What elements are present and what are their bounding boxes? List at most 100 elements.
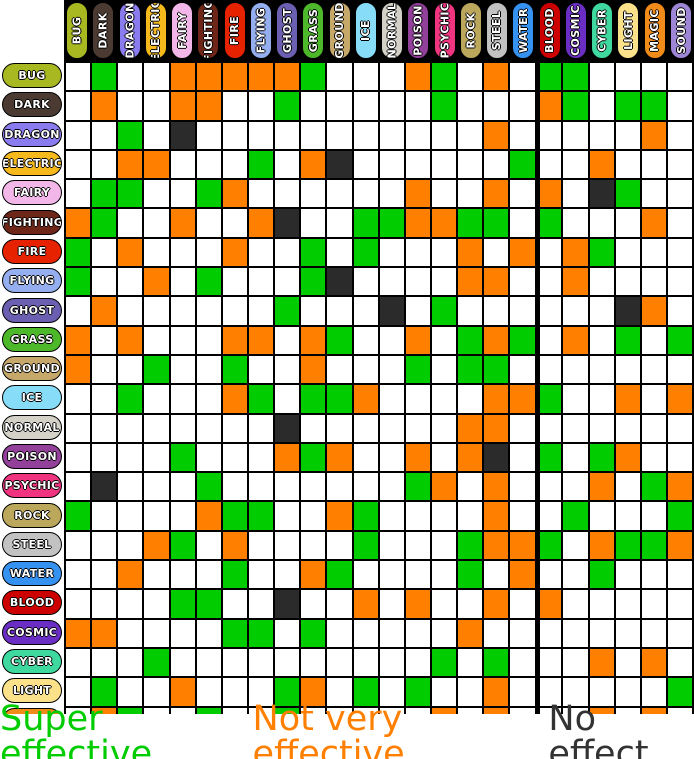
cell-flying-vs-normal[interactable] — [379, 268, 406, 298]
cell-poison-vs-poison[interactable] — [405, 443, 432, 474]
cell-dark-vs-flying[interactable] — [248, 92, 276, 122]
cell-fairy-vs-cyber[interactable] — [589, 180, 616, 210]
cell-cyber-vs-light[interactable] — [615, 648, 642, 679]
cell-blood-vs-steel[interactable] — [484, 590, 511, 620]
cell-psychic-vs-light[interactable] — [615, 473, 642, 503]
cell-psychic-vs-water[interactable] — [510, 473, 537, 503]
cell-dark-vs-rock[interactable] — [458, 92, 485, 122]
cell-grass-vs-fairy[interactable] — [170, 326, 197, 356]
cell-fighting-vs-flying[interactable] — [248, 209, 276, 239]
cell-poison-vs-cosmic[interactable] — [563, 443, 590, 474]
column-header-electric[interactable]: ELECTRIC — [142, 0, 169, 61]
cell-fighting-vs-bug[interactable] — [66, 209, 93, 239]
cell-cyber-vs-psychic[interactable] — [431, 648, 459, 679]
cell-flying-vs-fire[interactable] — [222, 268, 249, 298]
cell-cosmic-vs-bug[interactable] — [66, 619, 93, 649]
cell-dragon-vs-normal[interactable] — [379, 121, 406, 151]
cell-dragon-vs-electric[interactable] — [144, 121, 171, 151]
cell-psychic-vs-ground[interactable] — [327, 473, 354, 503]
cell-steel-vs-fairy[interactable] — [170, 531, 197, 562]
cell-fighting-vs-sound[interactable] — [667, 209, 694, 239]
cell-fairy-vs-flying[interactable] — [248, 180, 276, 210]
cell-poison-vs-normal[interactable] — [379, 443, 406, 474]
cell-psychic-vs-bug[interactable] — [66, 473, 93, 503]
cell-ground-vs-bug[interactable] — [66, 355, 93, 386]
cell-blood-vs-fire[interactable] — [222, 590, 249, 620]
cell-ground-vs-light[interactable] — [615, 355, 642, 386]
cell-fairy-vs-dragon[interactable] — [118, 180, 145, 210]
cell-poison-vs-ghost[interactable] — [275, 443, 302, 474]
cell-blood-vs-flying[interactable] — [248, 590, 276, 620]
cell-ice-vs-poison[interactable] — [405, 385, 432, 415]
cell-cyber-vs-rock[interactable] — [458, 648, 485, 679]
cell-cosmic-vs-ground[interactable] — [327, 619, 354, 649]
cell-dark-vs-water[interactable] — [510, 92, 537, 122]
cell-ice-vs-grass[interactable] — [301, 385, 328, 415]
cell-ghost-vs-poison[interactable] — [405, 297, 432, 327]
cell-ground-vs-sound[interactable] — [667, 355, 694, 386]
cell-fairy-vs-fighting[interactable] — [196, 180, 223, 210]
cell-blood-vs-magic[interactable] — [641, 590, 668, 620]
column-header-dark[interactable]: DARK — [90, 0, 117, 61]
row-header-dragon[interactable]: DRAGON — [0, 119, 64, 149]
cell-bug-vs-magic[interactable] — [641, 63, 668, 93]
cell-ground-vs-fighting[interactable] — [196, 355, 223, 386]
cell-water-vs-ground[interactable] — [327, 561, 354, 591]
cell-flying-vs-ground[interactable] — [327, 268, 354, 298]
cell-normal-vs-fire[interactable] — [222, 414, 249, 444]
cell-normal-vs-rock[interactable] — [458, 414, 485, 444]
cell-water-vs-fire[interactable] — [222, 561, 249, 591]
cell-cosmic-vs-blood[interactable] — [536, 619, 564, 649]
cell-fire-vs-ice[interactable] — [353, 238, 380, 269]
cell-water-vs-fighting[interactable] — [196, 561, 223, 591]
cell-electric-vs-normal[interactable] — [379, 150, 406, 181]
cell-fairy-vs-ground[interactable] — [327, 180, 354, 210]
cell-cosmic-vs-electric[interactable] — [144, 619, 171, 649]
cell-cyber-vs-ghost[interactable] — [275, 648, 302, 679]
cell-grass-vs-dragon[interactable] — [118, 326, 145, 356]
cell-fairy-vs-sound[interactable] — [667, 180, 694, 210]
cell-water-vs-dark[interactable] — [92, 561, 119, 591]
cell-ground-vs-steel[interactable] — [484, 355, 511, 386]
cell-cyber-vs-steel[interactable] — [484, 648, 511, 679]
cell-ghost-vs-cyber[interactable] — [589, 297, 616, 327]
cell-psychic-vs-fire[interactable] — [222, 473, 249, 503]
cell-steel-vs-fire[interactable] — [222, 531, 249, 562]
cell-fire-vs-ground[interactable] — [327, 238, 354, 269]
cell-blood-vs-electric[interactable] — [144, 590, 171, 620]
cell-blood-vs-rock[interactable] — [458, 590, 485, 620]
cell-rock-vs-grass[interactable] — [301, 502, 328, 532]
cell-dragon-vs-steel[interactable] — [484, 121, 511, 151]
cell-grass-vs-ghost[interactable] — [275, 326, 302, 356]
cell-electric-vs-psychic[interactable] — [431, 150, 459, 181]
cell-dark-vs-bug[interactable] — [66, 92, 93, 122]
cell-bug-vs-fairy[interactable] — [170, 63, 197, 93]
cell-dragon-vs-fighting[interactable] — [196, 121, 223, 151]
cell-psychic-vs-magic[interactable] — [641, 473, 668, 503]
cell-blood-vs-dark[interactable] — [92, 590, 119, 620]
cell-dark-vs-normal[interactable] — [379, 92, 406, 122]
cell-psychic-vs-cosmic[interactable] — [563, 473, 590, 503]
cell-fighting-vs-electric[interactable] — [144, 209, 171, 239]
cell-ground-vs-psychic[interactable] — [431, 355, 459, 386]
cell-cyber-vs-cyber[interactable] — [589, 648, 616, 679]
cell-ground-vs-ground[interactable] — [327, 355, 354, 386]
row-header-water[interactable]: WATER — [0, 559, 64, 589]
cell-electric-vs-steel[interactable] — [484, 150, 511, 181]
cell-bug-vs-water[interactable] — [510, 63, 537, 93]
cell-fighting-vs-poison[interactable] — [405, 209, 432, 239]
cell-fire-vs-fighting[interactable] — [196, 238, 223, 269]
cell-poison-vs-magic[interactable] — [641, 443, 668, 474]
cell-rock-vs-sound[interactable] — [667, 502, 694, 532]
cell-steel-vs-poison[interactable] — [405, 531, 432, 562]
cell-fire-vs-blood[interactable] — [536, 238, 564, 269]
cell-cosmic-vs-fairy[interactable] — [170, 619, 197, 649]
cell-water-vs-cosmic[interactable] — [563, 561, 590, 591]
cell-normal-vs-dark[interactable] — [92, 414, 119, 444]
cell-electric-vs-ice[interactable] — [353, 150, 380, 181]
cell-water-vs-ghost[interactable] — [275, 561, 302, 591]
cell-blood-vs-cyber[interactable] — [589, 590, 616, 620]
cell-dragon-vs-dark[interactable] — [92, 121, 119, 151]
cell-cosmic-vs-steel[interactable] — [484, 619, 511, 649]
cell-fighting-vs-fighting[interactable] — [196, 209, 223, 239]
